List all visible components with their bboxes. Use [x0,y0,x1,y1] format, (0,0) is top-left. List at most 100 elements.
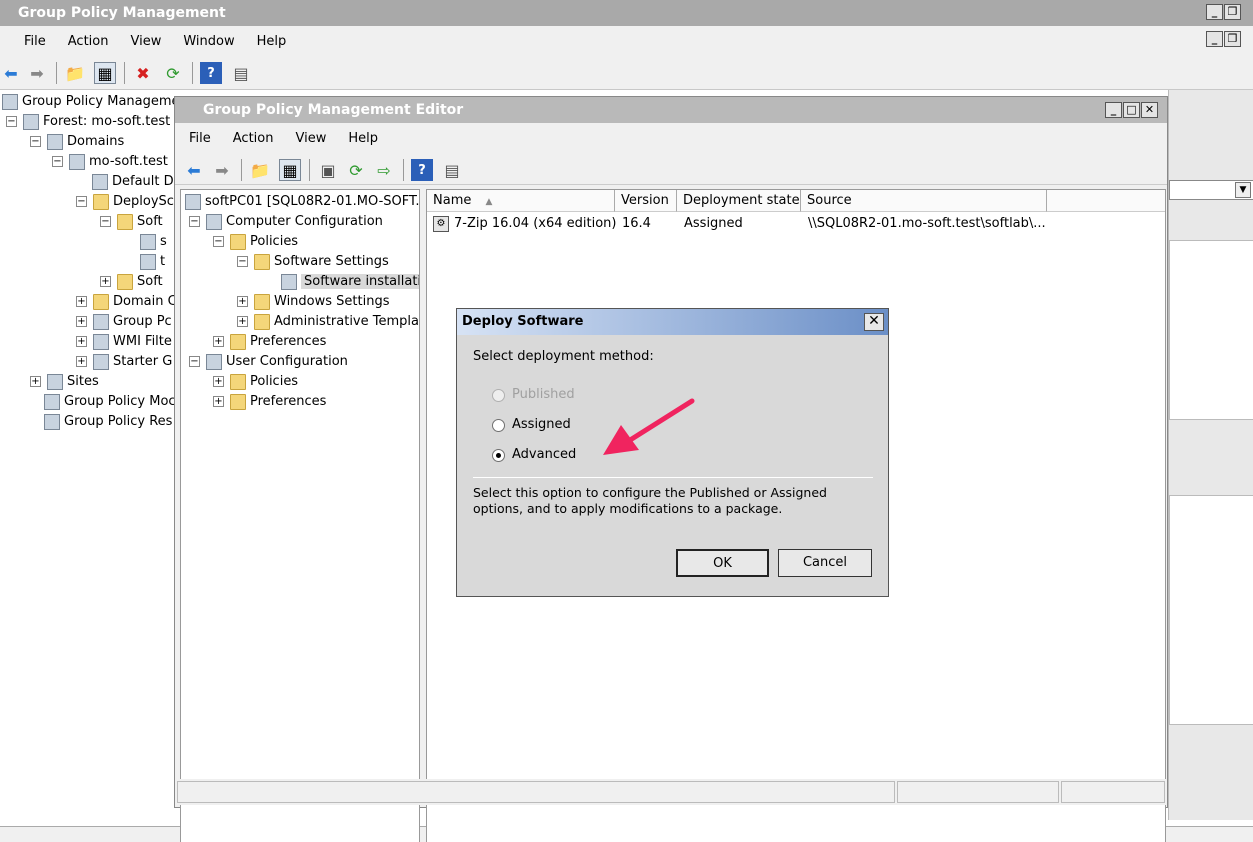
outer-tree-item[interactable]: − Soft [100,212,163,232]
collapse-icon[interactable]: − [189,356,200,367]
maximize-icon[interactable]: □ [1123,102,1140,118]
delete-icon[interactable]: ✖ [132,62,154,84]
collapse-icon[interactable]: − [189,216,200,227]
editor-tree-item[interactable]: + Administrative Templat [237,312,419,332]
column-header-version[interactable]: Version [615,190,677,212]
outer-tree-item[interactable]: Group Policy Managemer [2,92,176,112]
outer-tree-item[interactable]: Group Policy Res [44,412,172,432]
collapse-icon[interactable]: − [6,116,17,127]
outer-tree-item[interactable]: t [140,252,165,272]
annotation-arrow-icon [603,398,695,455]
minimize-icon[interactable]: _ [1206,31,1223,47]
expand-icon[interactable]: + [30,376,41,387]
menu-file[interactable]: File [24,34,46,49]
outer-tree-item-label: Soft [137,274,163,289]
menu-help[interactable]: Help [257,34,287,49]
editor-tree-item-label: softPC01 [SQL08R2-01.MO-SOFT.T [205,194,420,209]
menu-window[interactable]: Window [183,34,234,49]
editor-menu-view[interactable]: View [295,131,326,146]
back-arrow-icon[interactable]: ⬅ [183,159,205,181]
editor-tree-item[interactable]: + Preferences [213,332,326,352]
collapse-icon[interactable]: − [237,256,248,267]
show-hide-tree-icon[interactable]: ▦ [94,62,116,84]
forward-arrow-icon[interactable]: ➡ [26,62,48,84]
properties-pane-icon[interactable]: ▤ [230,62,252,84]
expand-icon[interactable]: + [237,296,248,307]
expand-icon[interactable]: + [76,356,87,367]
refresh-icon[interactable]: ⟳ [162,62,184,84]
outer-tree-item[interactable]: + Sites [30,372,99,392]
outer-tree-item[interactable]: + Group Pc [76,312,172,332]
editor-tree-item[interactable]: + Policies [213,372,298,392]
menu-view[interactable]: View [130,34,161,49]
outer-tree-item[interactable]: − DeploySc [76,192,174,212]
chevron-down-icon[interactable]: ▼ [1235,182,1251,198]
expand-icon[interactable]: + [213,376,224,387]
editor-menu-file[interactable]: File [189,131,211,146]
editor-tree-item[interactable]: − Computer Configuration [189,212,383,232]
help-icon[interactable]: ? [411,159,433,181]
column-header-name[interactable]: Name ▲ [427,190,615,212]
outer-tree-item[interactable]: − Domains [30,132,124,152]
outer-right-panel [1169,240,1253,420]
outer-tree-item[interactable]: Default D [92,172,174,192]
radio-advanced[interactable] [492,449,505,462]
cancel-button[interactable]: Cancel [778,549,872,577]
radio-assigned[interactable] [492,419,505,432]
refresh-icon[interactable]: ⟳ [345,159,367,181]
table-row[interactable]: ⚙ 7-Zip 16.04 (x64 edition) 16.4 Assigne… [427,214,1165,234]
editor-tree-item[interactable]: − Policies [213,232,298,252]
editor-tree-item[interactable]: + Preferences [213,392,326,412]
export-list-icon[interactable]: ⇨ [373,159,395,181]
expand-icon[interactable]: + [237,316,248,327]
editor-menu-help[interactable]: Help [348,131,378,146]
editor-tree-item[interactable]: softPC01 [SQL08R2-01.MO-SOFT.T [185,192,420,212]
outer-mdi-controls: _ ❐ [1206,31,1241,47]
editor-tree-item[interactable]: − User Configuration [189,352,348,372]
collapse-icon[interactable]: − [76,196,87,207]
editor-tree-item[interactable]: + Windows Settings [237,292,389,312]
expand-icon[interactable]: + [100,276,111,287]
minimize-icon[interactable]: _ [1105,102,1122,118]
up-folder-icon[interactable]: 📁 [249,159,271,181]
editor-window-controls: _ □ ✕ [1105,102,1158,118]
outer-tree-item[interactable]: − Forest: mo-soft.test [6,112,170,132]
outer-tree-item[interactable]: + Starter G [76,352,172,372]
outer-tree-item[interactable]: + Domain C [76,292,176,312]
properties-pane-icon[interactable]: ▤ [441,159,463,181]
outer-tree-item[interactable]: + WMI Filte [76,332,172,352]
outer-tree-item[interactable]: s [140,232,167,252]
properties-icon[interactable]: ▣ [317,159,339,181]
restore-icon[interactable]: ❐ [1224,31,1241,47]
column-header-source[interactable]: Source [801,190,1047,212]
editor-tree-item[interactable]: − Software Settings [237,252,389,272]
collapse-icon[interactable]: − [52,156,63,167]
show-hide-tree-icon[interactable]: ▦ [279,159,301,181]
outer-tree-item[interactable]: Group Policy Moc [44,392,176,412]
collapse-icon[interactable]: − [30,136,41,147]
up-folder-icon[interactable]: 📁 [64,62,86,84]
close-icon[interactable]: ✕ [864,313,884,331]
forward-arrow-icon[interactable]: ➡ [211,159,233,181]
radio-published[interactable] [492,389,505,402]
outer-tree-item[interactable]: − mo-soft.test [52,152,168,172]
column-header-deployment-state[interactable]: Deployment state [677,190,801,212]
editor-menu-action[interactable]: Action [233,131,274,146]
minimize-icon[interactable]: _ [1206,4,1223,20]
outer-combo[interactable]: ▼ [1169,180,1253,200]
back-arrow-icon[interactable]: ⬅ [0,62,22,84]
expand-icon[interactable]: + [76,336,87,347]
expand-icon[interactable]: + [76,316,87,327]
help-icon[interactable]: ? [200,62,222,84]
close-icon[interactable]: ✕ [1141,102,1158,118]
ok-button[interactable]: OK [676,549,769,577]
menu-action[interactable]: Action [68,34,109,49]
expand-icon[interactable]: + [76,296,87,307]
expand-icon[interactable]: + [213,396,224,407]
editor-tree-item[interactable]: Software installatio [281,272,419,292]
expand-icon[interactable]: + [213,336,224,347]
outer-tree-item[interactable]: + Soft [100,272,163,292]
restore-icon[interactable]: ❐ [1224,4,1241,20]
collapse-icon[interactable]: − [100,216,111,227]
collapse-icon[interactable]: − [213,236,224,247]
